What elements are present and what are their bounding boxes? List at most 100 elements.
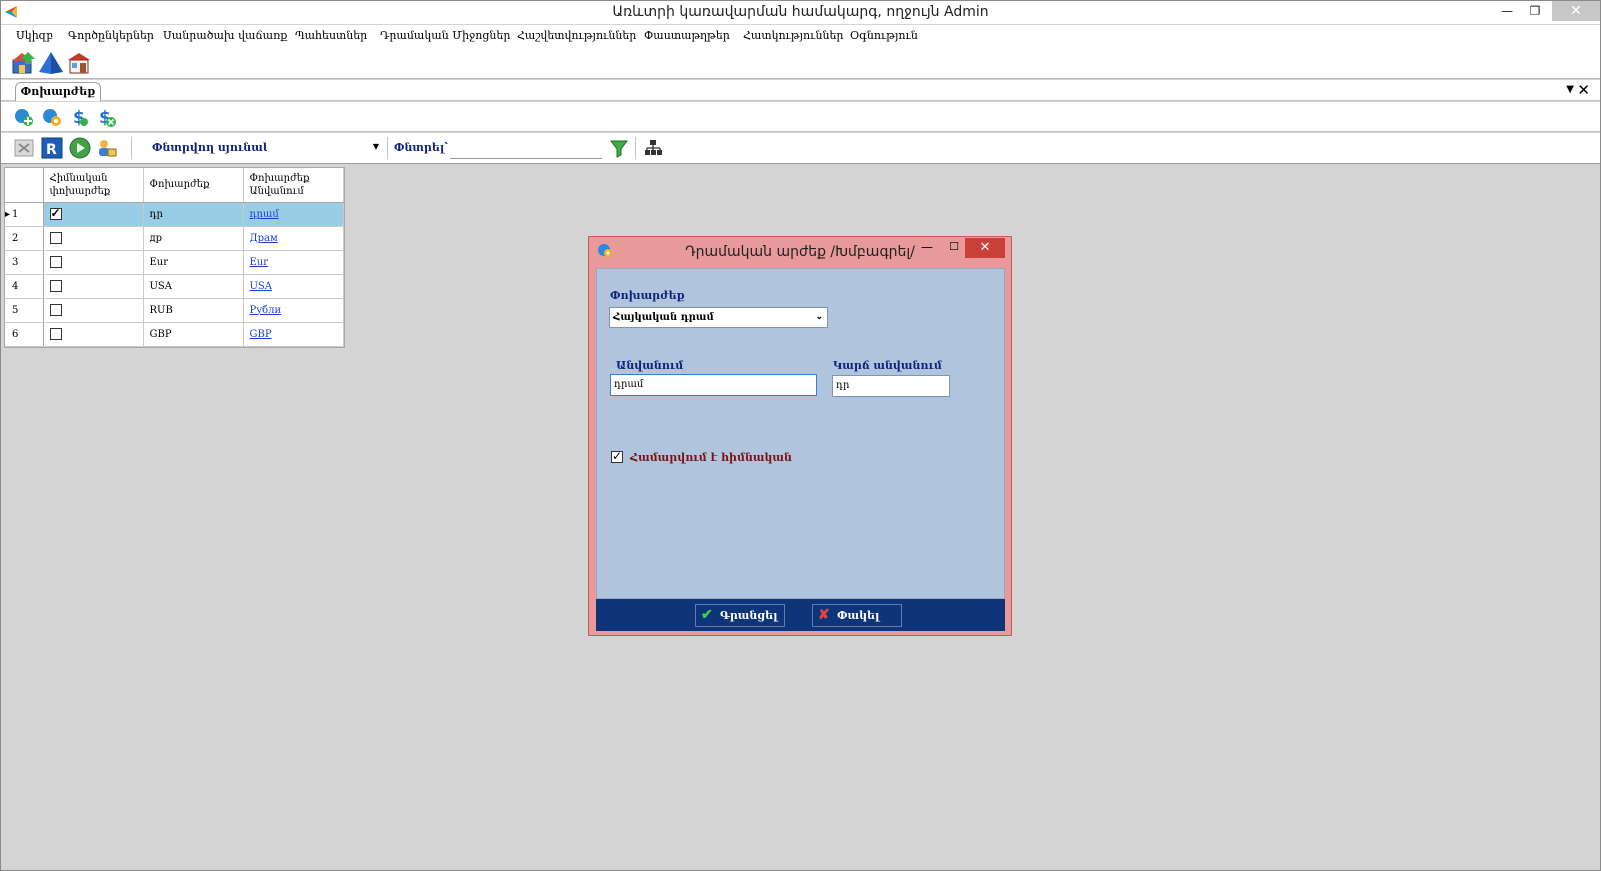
currency-edit-dialog: Դրամական արժեք /Խմբագրել/ — ☐ ✕ Փոխարժեք… (588, 236, 1012, 636)
play-icon[interactable] (69, 137, 91, 159)
pyramid-icon[interactable] (38, 50, 64, 76)
tab-exchange-rate[interactable]: Փոխարժեք (15, 82, 101, 101)
currency-name-cell: USA (243, 274, 344, 299)
dialog-minimize-button[interactable]: — (921, 240, 933, 254)
menu-item-money[interactable]: Դրամական Միջոցներ (380, 29, 510, 42)
base-currency-cell (43, 274, 144, 299)
edit-settings-icon[interactable] (41, 106, 63, 128)
currency-name-cell: Драм (243, 226, 344, 251)
dialog-close-button[interactable]: ✕ (965, 238, 1005, 258)
filter-icon[interactable] (608, 137, 630, 159)
save-button-label: Գրանցել (720, 609, 778, 622)
name-field[interactable]: դրամ (610, 374, 817, 396)
search-label: Փնտրել՝ (394, 141, 448, 154)
menu-item-documents[interactable]: Փաստաթղթեր (644, 29, 730, 42)
svg-text:R: R (46, 142, 57, 158)
row-header-corner (5, 168, 44, 203)
currency-select-value: Հայկական դրամ (613, 312, 714, 323)
restore-button[interactable]: ❐ (1520, 1, 1550, 21)
menu-item-reports[interactable]: Հաշվետվություններ (517, 29, 636, 42)
base-currency-checkbox[interactable] (49, 206, 62, 220)
menu-item-warehouses[interactable]: Պահեստներ (295, 29, 367, 42)
currency-select[interactable]: Հայկական դրամ ⌄ (609, 307, 828, 328)
menu-item-start[interactable]: Սկիզբ (16, 29, 53, 42)
add-icon[interactable] (13, 106, 35, 128)
currency-code-cell[interactable]: դր (143, 202, 244, 227)
currency-name-link[interactable]: Драм (250, 233, 278, 244)
base-currency-checkbox[interactable] (49, 304, 62, 316)
action-toolbar: $ $ (1, 102, 1600, 132)
short-name-field[interactable]: դր (832, 375, 950, 397)
menu-bar: Սկիզբ Գործընկերներ Սանրածախ վաճառք Պահես… (1, 25, 1600, 47)
dialog-footer: ✔ Գրանցել ✘ Փակել (596, 599, 1005, 631)
hierarchy-icon[interactable] (642, 137, 664, 159)
close-dialog-button[interactable]: ✘ Փակել (812, 604, 902, 627)
users-lock-icon[interactable] (96, 137, 118, 159)
dialog-body: Փոխարժեք Հայկական դրամ ⌄ Անվանում դրամ Կ… (596, 268, 1005, 599)
row-number: 3 (5, 250, 44, 275)
currency-name-link[interactable]: Рубли (250, 305, 282, 316)
table-row[interactable]: 3 Eur Eur (5, 250, 344, 275)
table-row[interactable]: ▸1 դրդրամ (5, 202, 344, 227)
row-number: 6 (5, 322, 44, 347)
currency-name-cell: դրամ (243, 202, 344, 227)
search-column-select[interactable]: ▼ (267, 138, 383, 159)
base-currency-checkbox[interactable] (49, 256, 62, 268)
warehouse-arrow-icon[interactable] (10, 50, 36, 76)
table-row[interactable]: 4 USA USA (5, 274, 344, 299)
window-title: Առևտրի կառավարման համակարգ, ողջույն Admi… (612, 4, 989, 20)
table-row[interactable]: 6 GBP GBP (5, 322, 344, 347)
column-header-base[interactable]: Հիմնական փոխարժեք (43, 168, 144, 203)
currency-code-cell[interactable]: RUB (143, 298, 244, 323)
menu-item-properties[interactable]: Հատկություններ (743, 29, 843, 42)
base-currency-checkbox[interactable] (611, 449, 623, 463)
menu-item-retail[interactable]: Սանրածախ վաճառք (163, 29, 287, 42)
base-currency-checkbox[interactable] (49, 232, 62, 244)
save-button[interactable]: ✔ Գրանցել (695, 604, 785, 627)
close-dialog-button-label: Փակել (837, 609, 880, 622)
currency-name-cell: Eur (243, 250, 344, 275)
base-currency-cell (43, 250, 144, 275)
base-currency-cell (43, 322, 144, 347)
current-row-indicator-icon: ▸ (5, 208, 11, 220)
currency-code-cell[interactable]: USA (143, 274, 244, 299)
currency-name-link[interactable]: դրամ (250, 209, 279, 220)
main-window: Առևտրի կառավարման համակարգ, ողջույն Admi… (0, 0, 1601, 871)
minimize-button[interactable]: — (1492, 1, 1522, 21)
currency-label: Փոխարժեք (610, 289, 685, 302)
close-x-icon: ✘ (818, 607, 830, 623)
main-toolbar (1, 47, 1600, 79)
search-column-label: Փնտրվող սյունակ՝ (152, 141, 275, 154)
dialog-title: Դրամական արժեք /Խմբագրել/ (685, 244, 915, 260)
currency-icon[interactable]: $ (69, 106, 91, 128)
close-button[interactable]: ✕ (1552, 1, 1600, 21)
row-number: 2 (5, 226, 44, 251)
store-icon[interactable] (66, 50, 92, 76)
dialog-maximize-button[interactable]: ☐ (949, 240, 959, 253)
toolbar-separator (387, 137, 388, 159)
delete-currency-icon[interactable]: $ (96, 106, 118, 128)
chevron-down-icon: ▼ (372, 142, 379, 151)
currency-code-cell[interactable]: GBP (143, 322, 244, 347)
menu-item-help[interactable]: Օգնություն (850, 29, 918, 42)
title-bar: Առևտրի կառավարման համակարգ, ողջույն Admi… (1, 1, 1600, 24)
search-input[interactable] (450, 138, 602, 159)
tab-list-dropdown-icon[interactable]: ▼ (1566, 84, 1574, 95)
currency-name-link[interactable]: Eur (250, 257, 269, 268)
currency-code-cell[interactable]: Eur (143, 250, 244, 275)
toolbar-separator (635, 137, 636, 159)
tab-close-icon[interactable]: ✕ (1577, 81, 1590, 99)
currency-name-link[interactable]: USA (250, 281, 273, 292)
table-row[interactable]: 5 RUB Рубли (5, 298, 344, 323)
column-header-name[interactable]: Փոխարժեք Անվանում (243, 168, 344, 203)
name-label: Անվանում (616, 359, 684, 372)
currency-code-cell[interactable]: др (143, 226, 244, 251)
column-header-code[interactable]: Փոխարժեք (143, 168, 244, 203)
refresh-icon[interactable]: R (41, 137, 63, 159)
table-row[interactable]: 2 др Драм (5, 226, 344, 251)
menu-item-partners[interactable]: Գործընկերներ (68, 29, 154, 42)
export-excel-icon[interactable] (13, 137, 35, 159)
base-currency-checkbox[interactable] (49, 328, 62, 340)
currency-name-link[interactable]: GBP (250, 329, 272, 340)
base-currency-checkbox[interactable] (49, 280, 62, 292)
